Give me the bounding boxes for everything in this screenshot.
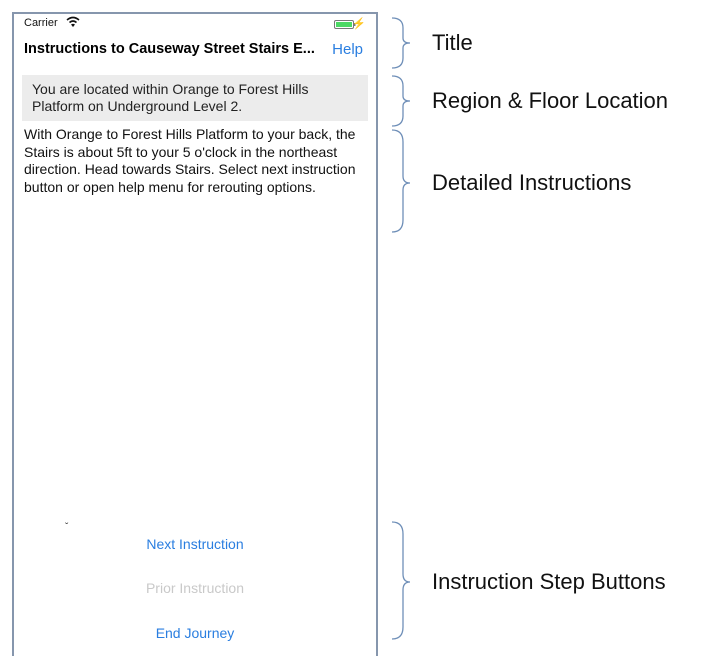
annotation-region: Region & Floor Location <box>432 88 669 113</box>
annotation-title: Title <box>432 30 473 55</box>
annotation-detailed: Detailed Instructions <box>432 170 632 195</box>
annotation-steps: Instruction Step Buttons <box>432 569 666 594</box>
